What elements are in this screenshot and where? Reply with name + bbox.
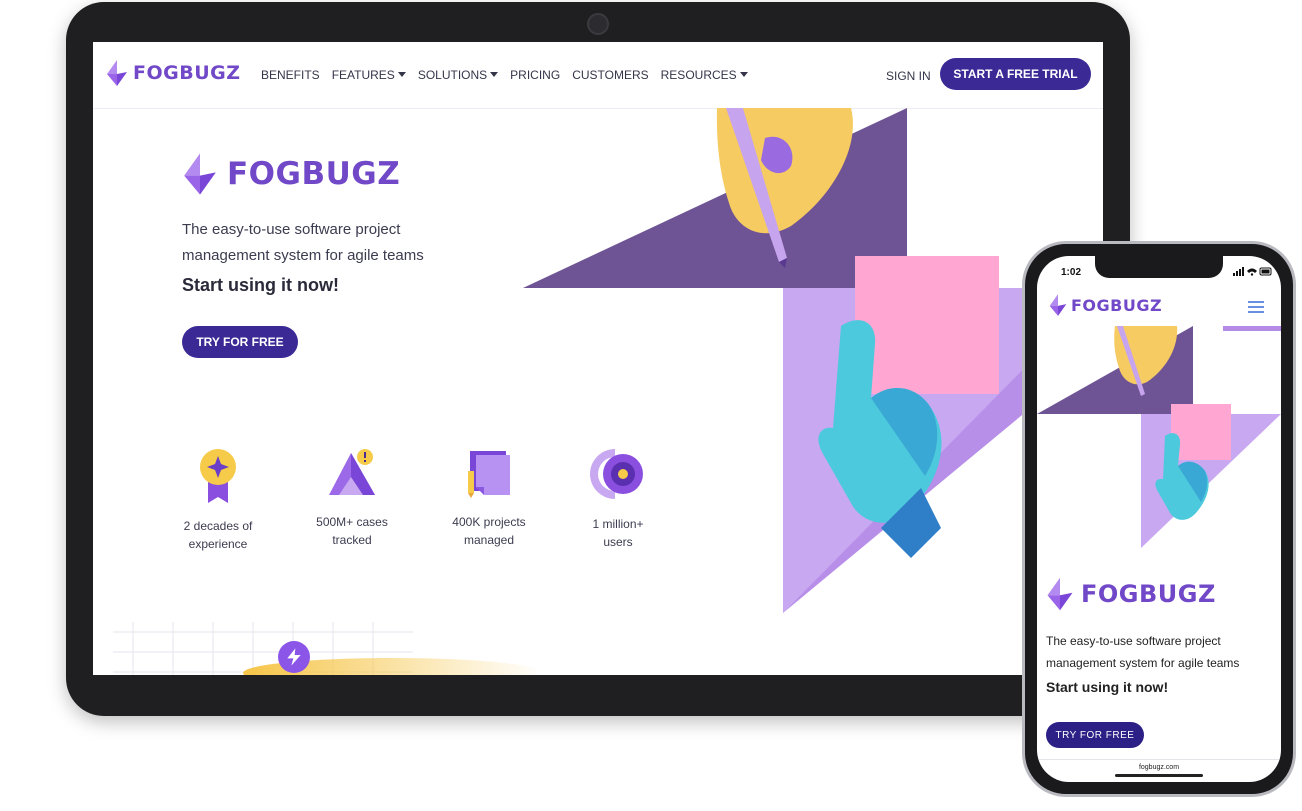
hamburger-menu-icon[interactable] (1248, 301, 1264, 313)
nav-logo[interactable]: FOGBUGZ (105, 60, 241, 86)
signal-wifi-battery-icon (1233, 267, 1272, 276)
nav-item-label: PRICING (510, 68, 561, 82)
phone-device: 1:02 FOGBUGZ FOGBUGZ The easy-to-use sof… (1022, 241, 1296, 797)
stat-label: 500M+ cases tracked (297, 513, 407, 549)
stat-experience: 2 decades of experience (163, 447, 273, 553)
try-for-free-button[interactable]: TRY FOR FREE (182, 326, 298, 358)
hero-logo-text: FOGBUGZ (227, 156, 401, 192)
hero-tagline: The easy-to-use software project managem… (182, 221, 424, 264)
nav-item-label: CUSTOMERS (572, 68, 649, 82)
top-navbar: FOGBUGZ BENEFITS FEATURES SOLUTIONS PRIC… (93, 42, 1103, 109)
phone-notch (1095, 256, 1223, 278)
nav-item-benefits[interactable]: BENEFITS (261, 68, 320, 82)
stat-line: 500M+ cases (316, 515, 388, 529)
nav-logo-text: FOGBUGZ (133, 62, 241, 84)
lightning-logo-icon (184, 153, 216, 195)
hero-illustration (523, 108, 1103, 613)
nav-item-customers[interactable]: CUSTOMERS (572, 68, 648, 82)
browser-bar-divider (1037, 759, 1281, 760)
lightning-badge-icon (278, 641, 310, 673)
nav-item-label: BENEFITS (261, 68, 320, 82)
start-free-trial-button[interactable]: START A FREE TRIAL (940, 58, 1091, 90)
stat-line: experience (188, 537, 248, 551)
phone-nav-logo[interactable]: FOGBUGZ (1048, 294, 1162, 316)
status-time: 1:02 (1061, 267, 1082, 278)
nav-item-solutions[interactable]: SOLUTIONS (417, 68, 499, 82)
nav-item-pricing[interactable]: PRICING (510, 68, 560, 82)
documents-icon (468, 451, 510, 498)
browser-url[interactable]: fogbugz.com (1037, 764, 1281, 771)
caret-down-icon (490, 72, 499, 77)
stat-label: 2 decades of experience (163, 517, 273, 553)
cta-heading: Start using it now! (182, 275, 339, 295)
status-icons (1233, 267, 1273, 278)
nav-item-label: RESOURCES (660, 68, 737, 82)
nav-item-label: FEATURES (331, 68, 395, 82)
phone-hero-tagline: The easy-to-use software project managem… (1046, 634, 1240, 670)
caret-down-icon (397, 72, 406, 77)
nav-item-resources[interactable]: RESOURCES (661, 68, 748, 82)
home-indicator[interactable] (1115, 774, 1203, 777)
hero-logo: FOGBUGZ (181, 152, 400, 196)
laptop-device: FOGBUGZ BENEFITS FEATURES SOLUTIONS PRIC… (66, 2, 1130, 716)
lightning-logo-icon (107, 60, 127, 86)
caret-down-icon (739, 72, 748, 77)
phone-nav-logo-text: FOGBUGZ (1071, 295, 1163, 315)
phone-hero-logo: FOGBUGZ (1045, 576, 1216, 612)
nav-menu: BENEFITS FEATURES SOLUTIONS PRICING CUST… (261, 68, 748, 82)
lightning-logo-icon (1049, 294, 1067, 316)
camera-icon (587, 13, 609, 35)
phone-hero-illustration (1037, 326, 1281, 548)
stat-line: 2 decades of (183, 519, 253, 533)
sign-in-link[interactable]: SIGN IN (886, 69, 931, 83)
award-badge-icon (200, 449, 236, 503)
phone-cta-heading: Start using it now! (1046, 679, 1169, 695)
phone-hero-logo-text: FOGBUGZ (1081, 580, 1216, 608)
nav-item-label: SOLUTIONS (417, 68, 488, 82)
laptop-screen: FOGBUGZ BENEFITS FEATURES SOLUTIONS PRIC… (93, 42, 1103, 675)
stat-line: tracked (332, 533, 372, 547)
phone-try-for-free-button[interactable]: TRY FOR FREE (1046, 722, 1144, 748)
alert-triangle-icon (329, 449, 375, 495)
phone-screen: 1:02 FOGBUGZ FOGBUGZ The easy-to-use sof… (1037, 256, 1281, 782)
lightning-logo-icon (1047, 577, 1073, 611)
nav-item-features[interactable]: FEATURES (332, 68, 406, 82)
stat-cases: 500M+ cases tracked (297, 447, 407, 549)
